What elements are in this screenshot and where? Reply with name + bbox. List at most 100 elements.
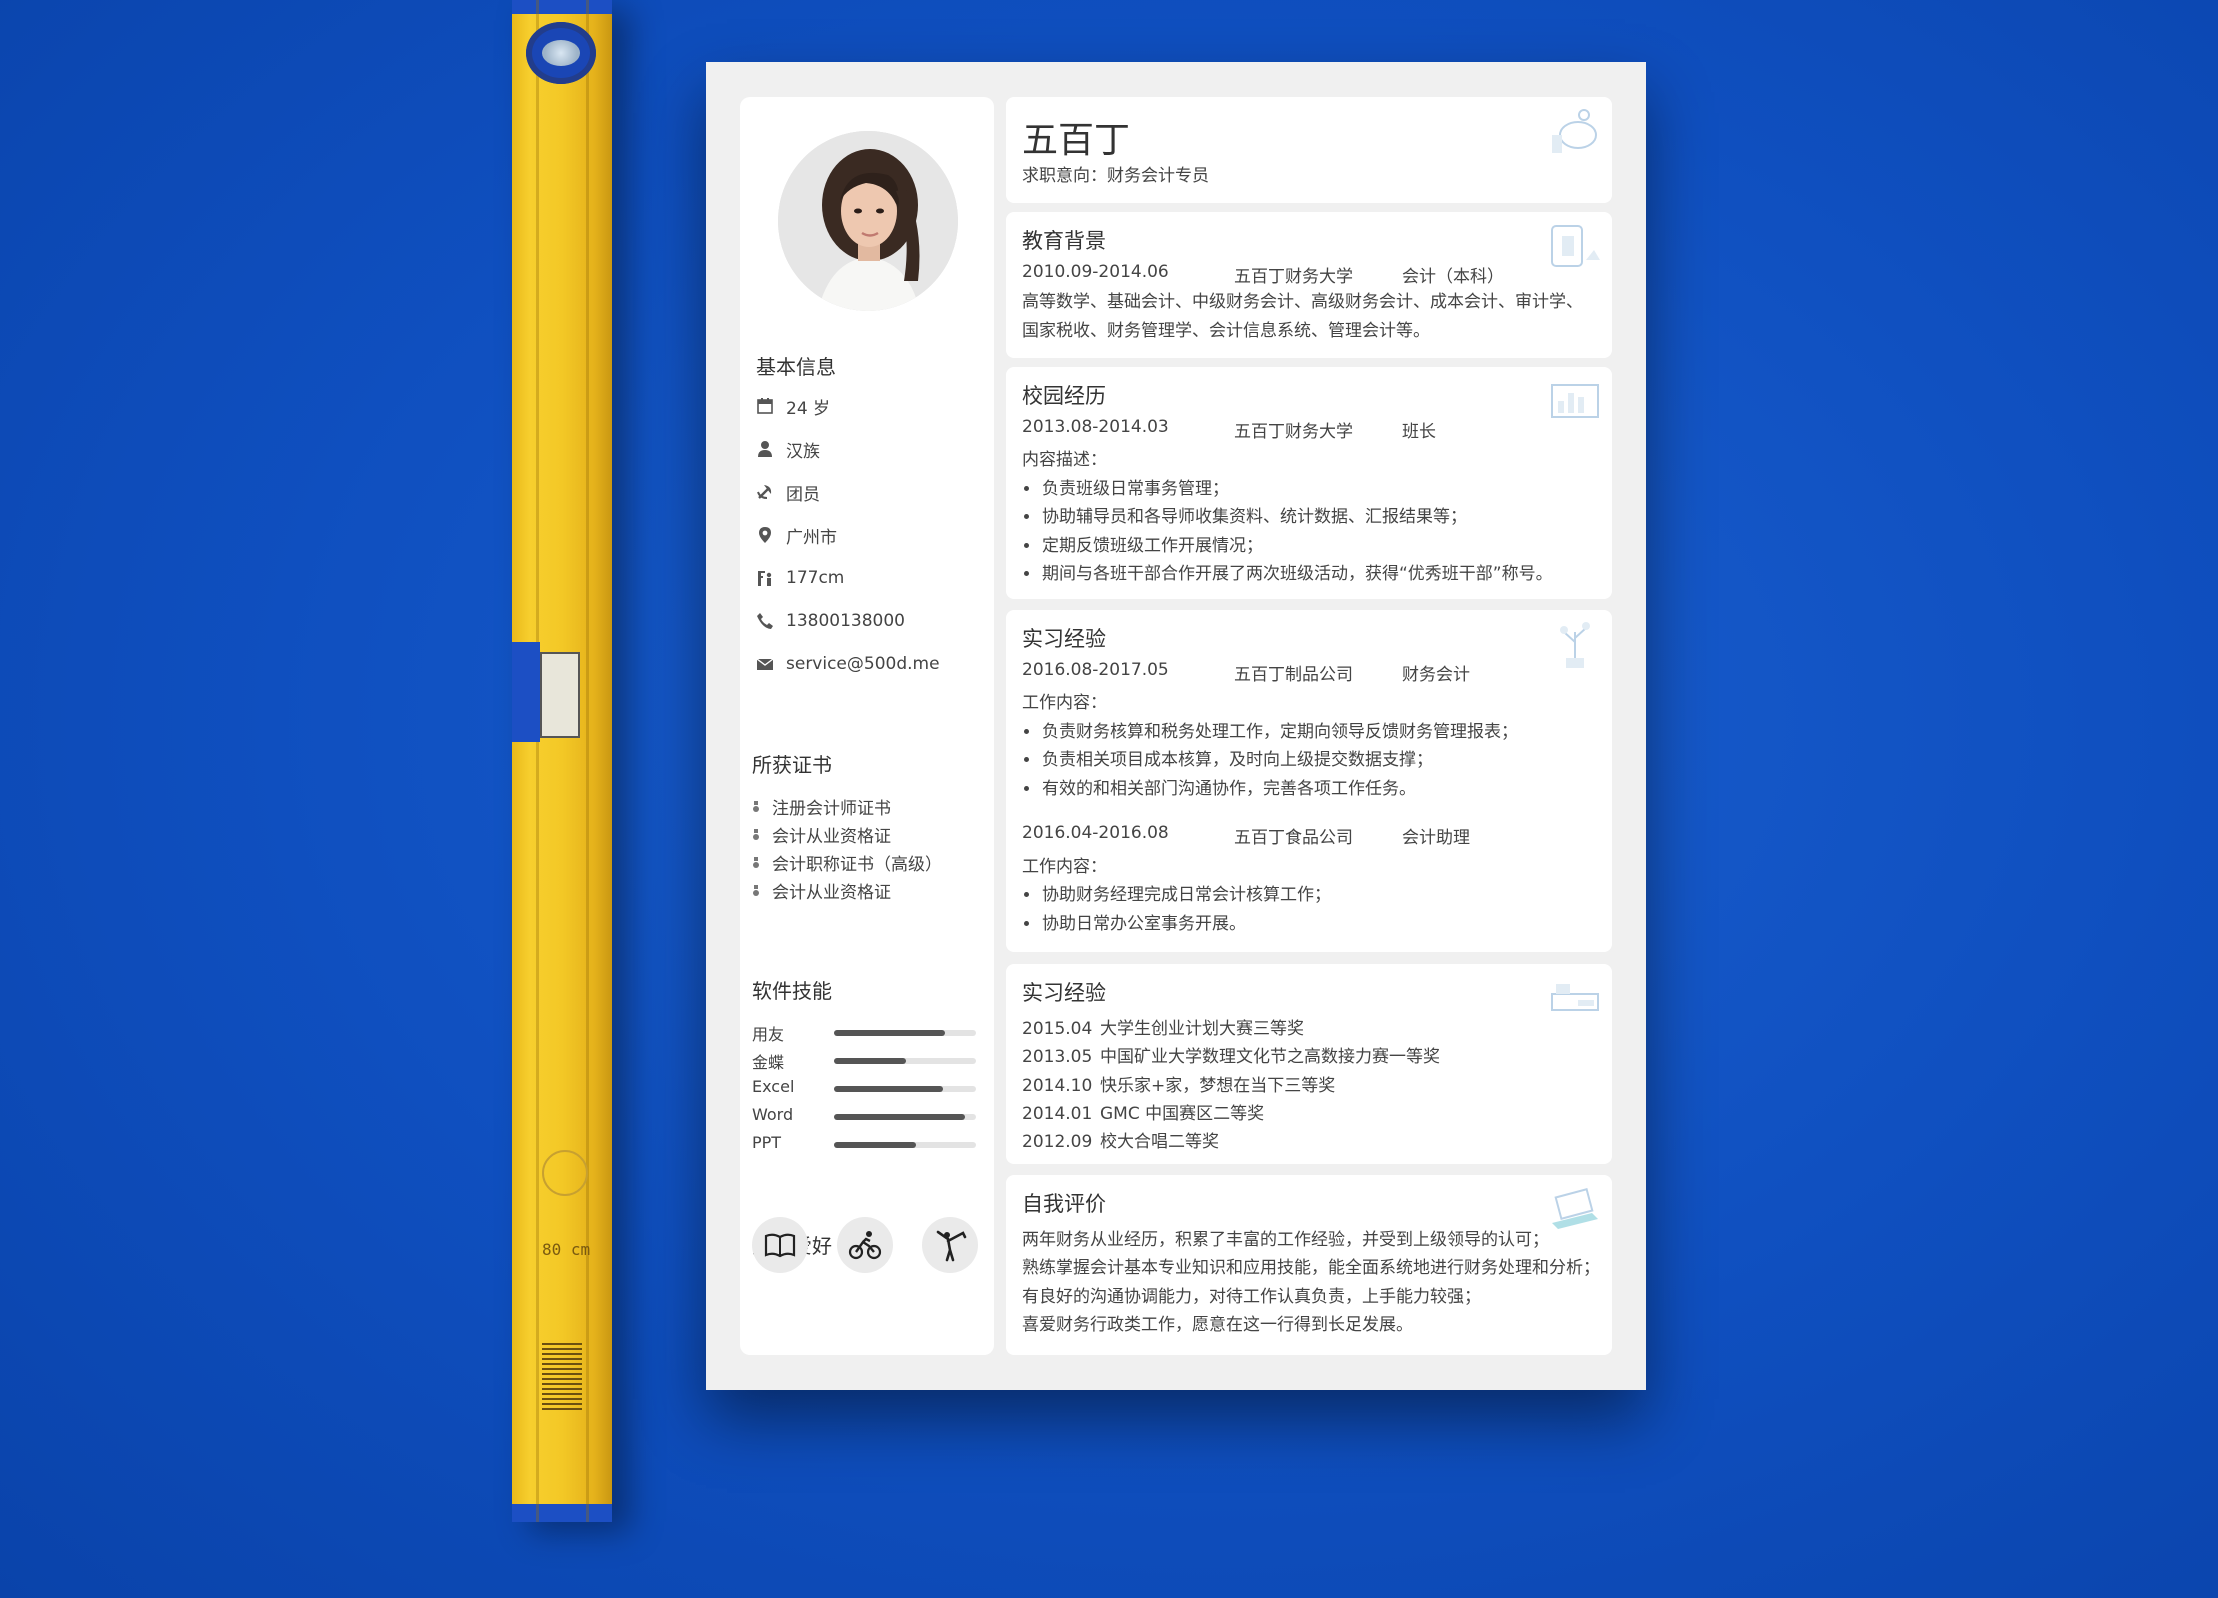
hobby-yoga <box>922 1217 978 1273</box>
job-bullet: 协助日常办公室事务开展。 <box>1022 909 1246 934</box>
skill-bar <box>834 1114 976 1120</box>
award-item: 2014.01 GMC 中国赛区二等奖 <box>1022 1099 1264 1124</box>
height-icon <box>758 571 772 586</box>
job-role: 财务会计 <box>1402 665 1470 685</box>
campus-bullet: 协助辅导员和各导师收集资料、统计数据、汇报结果等； <box>1022 502 1467 527</box>
internship-card: 实习经验 2016.08-2017.05 五百丁制品公司 财务会计 工作内容： … <box>1006 610 1612 952</box>
certificate-item: 会计职称证书（高级） <box>752 850 942 875</box>
campus-bullet: 定期反馈班级工作开展情况； <box>1022 531 1263 556</box>
job-company: 五百丁食品公司 <box>1234 828 1353 848</box>
education-school: 五百丁财务大学 <box>1234 267 1353 287</box>
skill-name: 金蝶 <box>752 1053 785 1072</box>
skill-bar <box>834 1086 976 1092</box>
education-major: 会计（本科） <box>1402 267 1504 287</box>
dashboard-chart-icon <box>1551 384 1599 418</box>
skill-bar-fill <box>834 1086 944 1092</box>
internship-title: 实习经验 <box>1022 627 1106 651</box>
level-marking: 80 cm <box>542 1240 591 1259</box>
info-ethnicity-text: 汉族 <box>786 441 820 462</box>
skills-title: 软件技能 <box>752 979 832 1003</box>
level-barcode <box>542 1340 582 1410</box>
self-eval-title: 自我评价 <box>1022 1192 1106 1216</box>
award-item: 2013.05 中国矿业大学数理文化节之高数接力赛一等奖 <box>1022 1042 1440 1067</box>
award-date: 2015.04 <box>1022 1019 1093 1039</box>
hobby-cycling <box>837 1217 893 1273</box>
info-email-text: service@500d.me <box>786 654 940 674</box>
skill-name: Excel <box>752 1077 795 1096</box>
internship-job-row: 2016.08-2017.05 五百丁制品公司 财务会计 <box>1022 660 1470 685</box>
resume-sheet: 基本信息 24 岁 汉族 团员 广州市 177cm 13800138000 se… <box>706 62 1646 1390</box>
self-eval-card: 自我评价 两年财务从业经历，积累了丰富的工作经验，并受到上级领导的认可； 熟练掌… <box>1006 1175 1612 1355</box>
campus-card: 校园经历 2013.08-2014.03 五百丁财务大学 班长 内容描述： 负责… <box>1006 367 1612 599</box>
level-vial-holder <box>512 642 540 742</box>
skill-name: Word <box>752 1105 794 1124</box>
safe-icon <box>1551 225 1600 267</box>
job-intent-value: 财务会计专员 <box>1107 166 1209 186</box>
campus-title: 校园经历 <box>1022 384 1106 408</box>
medal-icon <box>753 856 759 868</box>
skill-row: Excel <box>752 1077 976 1097</box>
info-ethnicity: 汉族 <box>756 438 820 462</box>
education-row: 2010.09-2014.06 五百丁财务大学 会计（本科） <box>1022 262 1504 287</box>
awards-title: 实习经验 <box>1022 981 1106 1005</box>
header-card: 五百丁 求职意向：财务会计专员 <box>1006 97 1612 203</box>
laptop-icon <box>1552 1188 1598 1229</box>
candidate-name: 五百丁 <box>1022 120 1131 161</box>
skill-bar <box>834 1142 976 1148</box>
certificate-text: 会计从业资格证 <box>772 883 891 903</box>
job-content-label: 工作内容： <box>1022 693 1107 713</box>
info-phone-text: 13800138000 <box>786 611 905 631</box>
phone-icon <box>757 613 773 629</box>
skill-bar <box>834 1030 976 1036</box>
award-item: 2014.10 快乐家+家，梦想在当下三等奖 <box>1022 1071 1335 1096</box>
award-text: 校大合唱二等奖 <box>1100 1132 1219 1152</box>
internship-job-row: 2016.04-2016.08 五百丁食品公司 会计助理 <box>1022 823 1470 848</box>
job-content-label: 工作内容： <box>1022 857 1107 877</box>
party-icon <box>757 485 772 499</box>
certificate-text: 注册会计师证书 <box>772 799 891 819</box>
award-text: 大学生创业计划大赛三等奖 <box>1100 1019 1304 1039</box>
info-party-text: 团员 <box>786 484 820 505</box>
certificates-title: 所获证书 <box>752 753 832 777</box>
yoga-icon <box>936 1230 967 1262</box>
level-groove <box>586 0 589 1522</box>
avatar <box>778 131 958 311</box>
level-end-cap-top <box>512 0 612 14</box>
basic-info-title: 基本信息 <box>756 355 836 379</box>
skill-bar-fill <box>834 1142 917 1148</box>
award-item: 2015.04 大学生创业计划大赛三等奖 <box>1022 1014 1304 1039</box>
hobby-reading <box>752 1217 808 1273</box>
award-text: 中国矿业大学数理文化节之高数接力赛一等奖 <box>1100 1047 1440 1067</box>
info-party: 团员 <box>756 481 820 505</box>
skill-row: 金蝶 <box>752 1049 976 1072</box>
self-eval-line: 喜爱财务行政类工作，愿意在这一行得到长足发展。 <box>1022 1315 1413 1335</box>
person-icon <box>758 441 772 457</box>
info-height: 177cm <box>756 567 844 589</box>
award-date: 2014.10 <box>1022 1076 1093 1096</box>
piggy-bank-icon <box>1552 109 1597 153</box>
campus-date: 2013.08-2014.03 <box>1022 417 1169 437</box>
location-pin-icon <box>759 527 771 543</box>
level-vial-middle <box>540 652 580 738</box>
skill-bar-fill <box>834 1058 907 1064</box>
certificate-item: 注册会计师证书 <box>752 794 891 819</box>
job-bullet: 负责相关项目成本核算，及时向上级提交数据支撑； <box>1022 745 1433 770</box>
job-bullet: 有效的和相关部门沟通协作，完善各项工作任务。 <box>1022 774 1416 799</box>
campus-bullet: 负责班级日常事务管理； <box>1022 474 1229 499</box>
education-title: 教育背景 <box>1022 229 1106 253</box>
mail-icon <box>756 658 774 670</box>
award-date: 2012.09 <box>1022 1132 1093 1152</box>
medal-icon <box>753 800 759 812</box>
campus-bullet: 期间与各班干部合作开展了两次班级活动，获得“优秀班干部”称号。 <box>1022 559 1553 584</box>
job-intent-label: 求职意向： <box>1022 166 1107 186</box>
info-height-text: 177cm <box>786 568 845 588</box>
certificate-item: 会计从业资格证 <box>752 878 891 903</box>
skill-bar-fill <box>834 1030 945 1036</box>
self-eval-line: 两年财务从业经历，积累了丰富的工作经验，并受到上级领导的认可； <box>1022 1230 1549 1250</box>
job-role: 会计助理 <box>1402 828 1470 848</box>
education-card: 教育背景 2010.09-2014.06 五百丁财务大学 会计（本科） 高等数学… <box>1006 212 1612 358</box>
award-text: GMC 中国赛区二等奖 <box>1100 1104 1265 1124</box>
cycling-icon <box>848 1231 882 1260</box>
certificate-text: 会计职称证书（高级） <box>772 855 942 875</box>
plant-icon <box>1560 622 1590 668</box>
